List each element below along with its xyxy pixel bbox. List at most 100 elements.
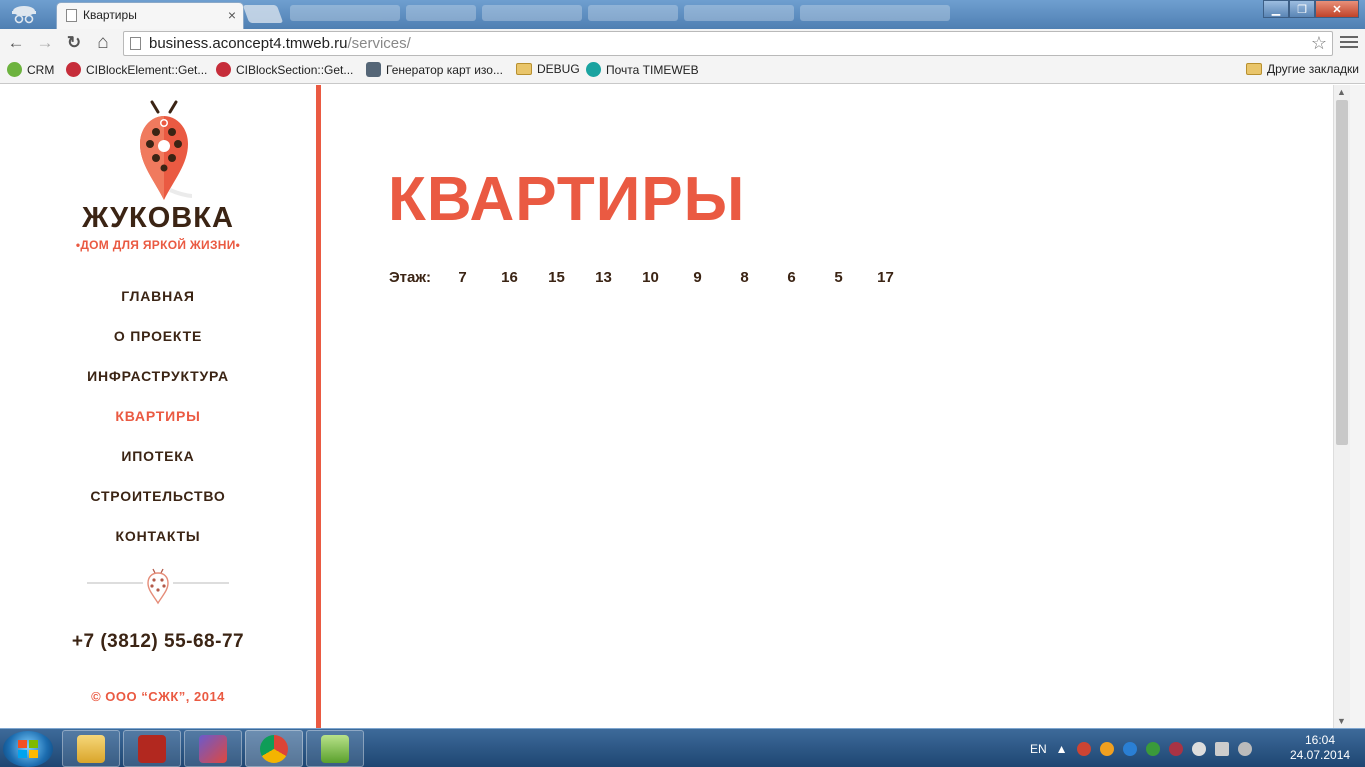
floor-link[interactable]: 5 [815,269,862,286]
tool-icon [321,734,349,763]
nav-item-glavnaya[interactable]: ГЛАВНАЯ [0,288,316,328]
url-host: business.aconcept4.tmweb.ru [149,35,348,52]
main-navigation: ГЛАВНАЯ О ПРОЕКТЕ ИНФРАСТРУКТУРА КВАРТИР… [0,288,316,568]
nav-item-infrastruktura[interactable]: ИНФРАСТРУКТУРА [0,368,316,408]
bookmark-star-icon[interactable]: ☆ [1311,33,1327,54]
url-text[interactable]: business.aconcept4.tmweb.ru/services/ [149,35,411,52]
chrome-menu-button[interactable] [1340,32,1358,52]
tray-app-icon[interactable] [1168,741,1183,756]
bitrix-icon [216,62,231,77]
page-scrollbar[interactable]: ▲ ▼ [1333,85,1350,728]
bookmark-map-generator[interactable]: Генератор карт изо... [366,62,503,77]
copyright: © ООО “СЖК”, 2014 [91,689,225,704]
page-icon [66,9,77,22]
address-bar[interactable]: business.aconcept4.tmweb.ru/services/ ☆ [123,31,1333,56]
floor-link[interactable]: 6 [768,269,815,286]
nav-item-kvartiry[interactable]: КВАРТИРЫ [0,408,316,448]
start-button[interactable] [3,731,53,767]
folder-icon [516,63,532,75]
floor-link[interactable]: 7 [439,269,486,286]
folder-icon [1246,63,1262,75]
tray-app-icon[interactable] [1099,741,1114,756]
timeweb-icon [586,62,601,77]
crm-icon [7,62,22,77]
tab-title: Квартиры [83,8,137,22]
filezilla-icon [138,734,166,763]
incognito-icon [12,6,36,24]
minimize-button[interactable]: ▁ [1263,0,1289,18]
tray-expand-icon[interactable]: ▲ [1056,742,1068,756]
floor-link[interactable]: 9 [674,269,721,286]
bookmarks-bar: CRM CIBlockElement::Get... CIBlockSectio… [0,57,1365,84]
volume-icon[interactable] [1237,741,1252,756]
back-button[interactable]: ← [5,33,27,53]
reload-button[interactable]: ↻ [63,33,85,53]
ladybug-logo-icon[interactable] [136,100,192,210]
windows-logo-icon [18,740,38,758]
android-icon[interactable] [1145,741,1160,756]
maximize-button[interactable]: ❐ [1289,0,1315,18]
bookmark-crm[interactable]: CRM [7,62,54,77]
floor-filter-label: Этаж: [389,269,431,286]
other-bookmarks[interactable]: Другие закладки [1246,62,1359,76]
brand-tagline: •ДОМ ДЛЯ ЯРКОЙ ЖИЗНИ• [75,238,241,252]
scroll-up-icon[interactable]: ▲ [1337,87,1346,97]
tray-app-icon[interactable] [1191,741,1206,756]
taskbar-filezilla[interactable] [123,730,181,767]
scrollbar-thumb[interactable] [1336,100,1348,445]
chrome-icon [260,734,288,763]
forward-button[interactable]: → [34,33,56,53]
floor-link[interactable]: 13 [580,269,627,286]
bookmark-label: CIBlockSection::Get... [236,62,354,77]
bookmark-timeweb[interactable]: Почта TIMEWEB [586,62,699,77]
sidebar: ЖУКОВКА •ДОМ ДЛЯ ЯРКОЙ ЖИЗНИ• ГЛАВНАЯ О … [0,85,316,728]
window-edge [1350,85,1365,728]
speaker-icon[interactable] [1076,741,1091,756]
taskbar-tool[interactable] [306,730,364,767]
nav-item-stroitelstvo[interactable]: СТРОИТЕЛЬСТВО [0,488,316,528]
floor-link[interactable]: 17 [862,269,909,286]
language-indicator[interactable]: EN [1030,742,1047,756]
background-tabs [290,5,990,23]
bookmark-label: CRM [27,62,55,77]
php-icon [199,734,227,763]
page-title: КВАРТИРЫ [388,165,746,234]
taskbar-explorer[interactable] [62,730,120,767]
clock-time: 16:04 [1304,733,1336,747]
contact-phone: +7 (3812) 55-68-77 [71,631,245,652]
bookmark-ciblockelement[interactable]: CIBlockElement::Get... [66,62,207,77]
floor-link[interactable]: 15 [533,269,580,286]
bookmark-label: DEBUG [537,62,580,76]
browser-tab-bar: Квартиры × ▁ ❐ ✕ [0,0,1365,29]
network-icon[interactable] [1214,741,1229,756]
bitrix-icon [66,62,81,77]
new-tab-button[interactable] [242,5,284,23]
page-icon [130,37,141,50]
system-tray: EN ▲ [1030,729,1252,767]
taskbar-phpstorm[interactable] [184,730,242,767]
map-icon [366,62,381,77]
home-button[interactable]: ⌂ [92,33,114,53]
taskbar-clock[interactable]: 16:04 24.07.2014 [1290,733,1350,763]
bookmark-label: Почта TIMEWEB [606,62,699,77]
sidebar-accent-border [316,85,321,728]
nav-item-ipoteka[interactable]: ИПОТЕКА [0,448,316,488]
folder-icon [77,734,105,763]
bookmark-ciblocksection[interactable]: CIBlockSection::Get... [216,62,353,77]
info-icon[interactable] [1122,741,1137,756]
tab-kvartiry[interactable]: Квартиры × [56,2,244,29]
floor-link[interactable]: 10 [627,269,674,286]
close-window-button[interactable]: ✕ [1315,0,1359,18]
scroll-down-icon[interactable]: ▼ [1337,716,1346,726]
tab-close-button[interactable]: × [228,7,236,23]
ladybug-divider-icon [87,568,229,605]
nav-item-o-proekte[interactable]: О ПРОЕКТЕ [0,328,316,368]
floor-link[interactable]: 16 [486,269,533,286]
clock-date: 24.07.2014 [1290,748,1351,762]
windows-taskbar: EN ▲ 16:04 24.07.2014 [0,728,1365,767]
page-viewport: ЖУКОВКА •ДОМ ДЛЯ ЯРКОЙ ЖИЗНИ• ГЛАВНАЯ О … [0,85,1333,728]
floor-link[interactable]: 8 [721,269,768,286]
taskbar-chrome[interactable] [245,730,303,767]
bookmark-label: Генератор карт изо... [386,62,503,77]
bookmark-debug[interactable]: DEBUG [516,62,580,76]
